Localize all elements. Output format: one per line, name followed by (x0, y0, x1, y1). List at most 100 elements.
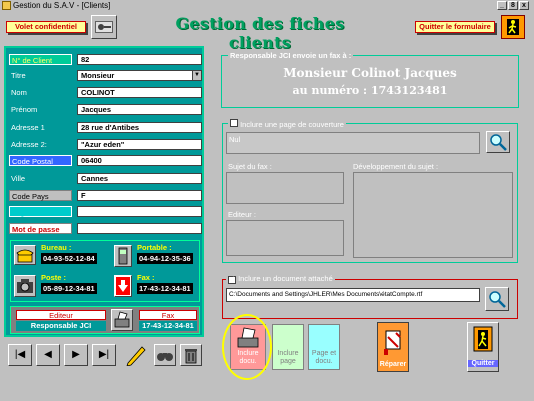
address2-label: Adresse 2: (11, 140, 47, 149)
magnifier-icon (490, 134, 507, 151)
cover-page-group: Inclure une page de couverture Nul Sujet… (222, 119, 518, 263)
restore-button[interactable]: 8 (508, 1, 518, 10)
prev-record-button[interactable]: ◀ (36, 344, 60, 366)
highlight-circle (222, 314, 272, 380)
editor-label: Editeur (16, 310, 106, 320)
editor-value: Responsable JCI (16, 321, 106, 331)
first-name-field[interactable]: Jacques (77, 104, 202, 115)
attached-document-group: ✓ Inclure un document attaché C:\Documen… (222, 274, 518, 319)
quit-label: Quitter (468, 360, 498, 367)
edit-button[interactable] (124, 344, 148, 367)
repair-label: Réparer (379, 361, 407, 368)
subject-development-label: Développement du sujet : (353, 162, 439, 171)
repair-icon (384, 330, 401, 355)
trash-icon (185, 349, 197, 364)
binoculars-icon (157, 353, 173, 361)
web-login-label: Login Web (9, 206, 72, 217)
city-field[interactable]: Cannes (77, 173, 202, 184)
password-label: Mot de passe (9, 223, 72, 234)
web-login-field[interactable] (77, 206, 202, 217)
desk-phone-value: 04-93-52-12-84 (41, 253, 97, 264)
exit-door-button[interactable] (501, 15, 525, 39)
subject-development-field[interactable] (353, 172, 513, 258)
cover-checkbox[interactable] (230, 119, 238, 127)
address2-field[interactable]: "Azur eden" (77, 139, 202, 150)
extension-label: Poste : (41, 273, 67, 282)
fax-button[interactable] (114, 275, 132, 297)
client-form-panel: N° de Client 82 Titre Monsieur ▼ Nom COL… (4, 46, 204, 337)
attached-document-path[interactable]: C:\Documents and Settings\JHLER\Mes Docu… (226, 288, 480, 302)
attach-browse-button[interactable] (485, 287, 509, 311)
minimize-button[interactable]: _ (497, 1, 507, 10)
print-fax-button[interactable] (111, 309, 133, 331)
arrow-down-icon (116, 277, 130, 295)
phones-box: Bureau : 04-93-52-12-84 Portable : 04-94… (10, 240, 200, 302)
last-name-label: Nom (11, 88, 27, 97)
attach-checkbox-row[interactable]: ✓ Inclure un document attaché (226, 274, 335, 284)
close-button[interactable]: x (519, 1, 529, 10)
next-record-button[interactable]: ▶ (64, 344, 88, 366)
postal-code-field[interactable]: 06400 (77, 155, 202, 166)
pencil-icon (126, 346, 146, 367)
extension-value: 05-89-12-34-81 (41, 283, 97, 294)
last-record-button[interactable]: ▶| (92, 344, 116, 366)
client-number-label: N° de Client (9, 54, 72, 65)
window-titlebar: Gestion du S.A.V - [Clients] _ 8 x (0, 0, 534, 11)
fax-recipient-name: Monsieur Colinot Jacques (283, 66, 457, 80)
sender-box: Editeur Responsable JCI Fax 17-43-12-34-… (10, 306, 200, 334)
city-label: Ville (11, 174, 26, 183)
client-number-field[interactable]: 82 (77, 54, 202, 65)
quit-form-button[interactable]: Quitter le formulaire (415, 21, 495, 33)
country-code-field[interactable]: F (77, 190, 202, 201)
chevron-down-icon[interactable]: ▼ (192, 71, 201, 80)
address1-field[interactable]: 28 rue d'Antibes (77, 122, 202, 133)
delete-record-button[interactable] (180, 344, 202, 366)
confidential-button[interactable]: Volet confidentiel (6, 21, 86, 33)
sender-fax-value: 17-43-12-34-81 (139, 321, 197, 331)
fax-label: Fax : (137, 273, 155, 282)
mobile-phone-icon (118, 247, 128, 265)
quit-button[interactable]: Quitter (467, 322, 499, 372)
attach-checkbox[interactable]: ✓ (228, 276, 236, 284)
title-select-value: Monsieur (81, 71, 115, 80)
fax-subject-field[interactable] (226, 172, 344, 204)
fax-recipient-number: au numéro : 1743123481 (292, 84, 448, 97)
window-title: Gestion du S.A.V - [Clients] (13, 1, 111, 10)
title-label: Titre (11, 71, 26, 80)
confidential-toggle[interactable] (91, 15, 117, 39)
fax-machine-icon (114, 311, 130, 328)
cover-object-field[interactable]: Nul (226, 132, 480, 154)
fax-recipient-legend: Responsable JCI envoie un fax à : (228, 51, 354, 60)
country-code-label: Code Pays (9, 190, 72, 201)
mobile-phone-value: 04-94-12-35-36 (137, 253, 193, 264)
exit-runner-icon (473, 326, 493, 352)
password-field[interactable] (77, 223, 202, 234)
cover-browse-button[interactable] (486, 131, 510, 153)
address1-label: Adresse 1 (11, 123, 45, 132)
extension-button[interactable] (14, 275, 36, 297)
first-name-label: Prénom (11, 105, 38, 114)
exit-runner-icon (507, 19, 519, 35)
record-navigation: |◀ ◀ ▶ ▶| (8, 344, 204, 368)
camera-icon (17, 279, 33, 293)
cover-editor-field[interactable] (226, 220, 344, 256)
mobile-phone-label: Portable : (137, 243, 172, 252)
fax-value: 17-43-12-34-81 (137, 283, 193, 294)
include-page-button[interactable]: Inclure page (272, 324, 304, 370)
cover-checkbox-row[interactable]: Inclure une page de couverture (228, 119, 346, 129)
mobile-phone-button[interactable] (114, 245, 132, 267)
repair-button[interactable]: Réparer (377, 322, 409, 372)
phone-desk-button[interactable] (14, 245, 36, 265)
telephone-icon (16, 249, 34, 263)
desk-phone-label: Bureau : (41, 243, 72, 252)
cover-editor-label: Editeur : (228, 210, 256, 219)
first-record-button[interactable]: |◀ (8, 344, 32, 366)
key-icon (95, 21, 113, 33)
sender-fax-label: Fax (139, 310, 197, 320)
magnifier-icon (489, 291, 506, 308)
search-record-button[interactable] (154, 344, 176, 366)
page-and-document-button[interactable]: Page et docu. (308, 324, 340, 370)
last-name-field[interactable]: COLINOT (77, 87, 202, 98)
title-select[interactable]: Monsieur ▼ (77, 70, 202, 81)
app-icon (2, 1, 11, 10)
